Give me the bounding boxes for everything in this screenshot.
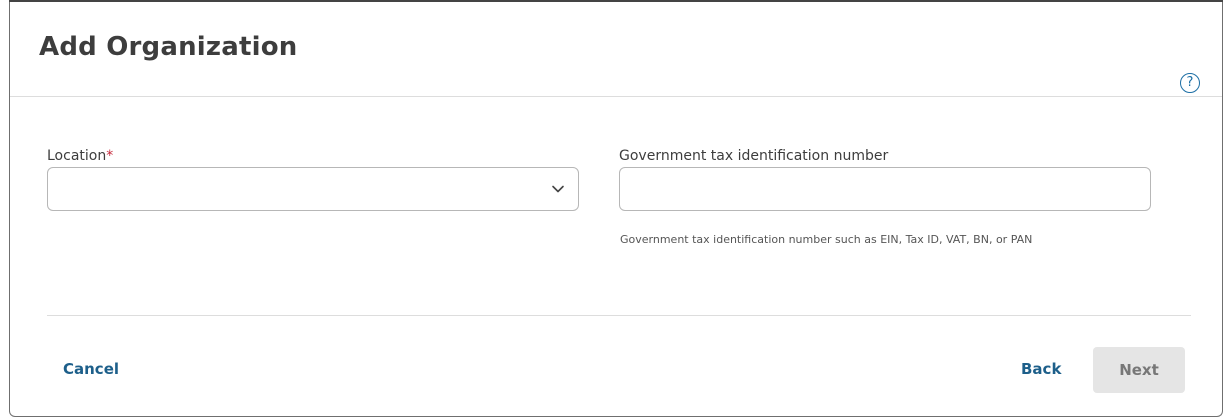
footer-divider <box>47 315 1191 316</box>
back-button[interactable]: Back <box>1021 360 1061 378</box>
required-marker: * <box>106 148 114 164</box>
location-select[interactable] <box>47 167 579 211</box>
cancel-button[interactable]: Cancel <box>63 360 119 378</box>
dialog-title: Add Organization <box>39 32 298 62</box>
location-label-text: Location <box>47 148 107 164</box>
tax-id-input[interactable] <box>620 168 1150 210</box>
add-organization-dialog: Add Organization ? Location* Government … <box>9 2 1223 417</box>
location-label: Location* <box>47 148 113 164</box>
next-button[interactable]: Next <box>1093 347 1185 393</box>
help-icon[interactable]: ? <box>1180 73 1200 93</box>
tax-id-label: Government tax identification number <box>619 148 889 164</box>
tax-id-help-text: Government tax identification number suc… <box>620 233 1033 246</box>
tax-id-field[interactable] <box>619 167 1151 211</box>
chevron-down-icon <box>552 185 564 193</box>
dialog-header: Add Organization ? <box>10 2 1222 97</box>
